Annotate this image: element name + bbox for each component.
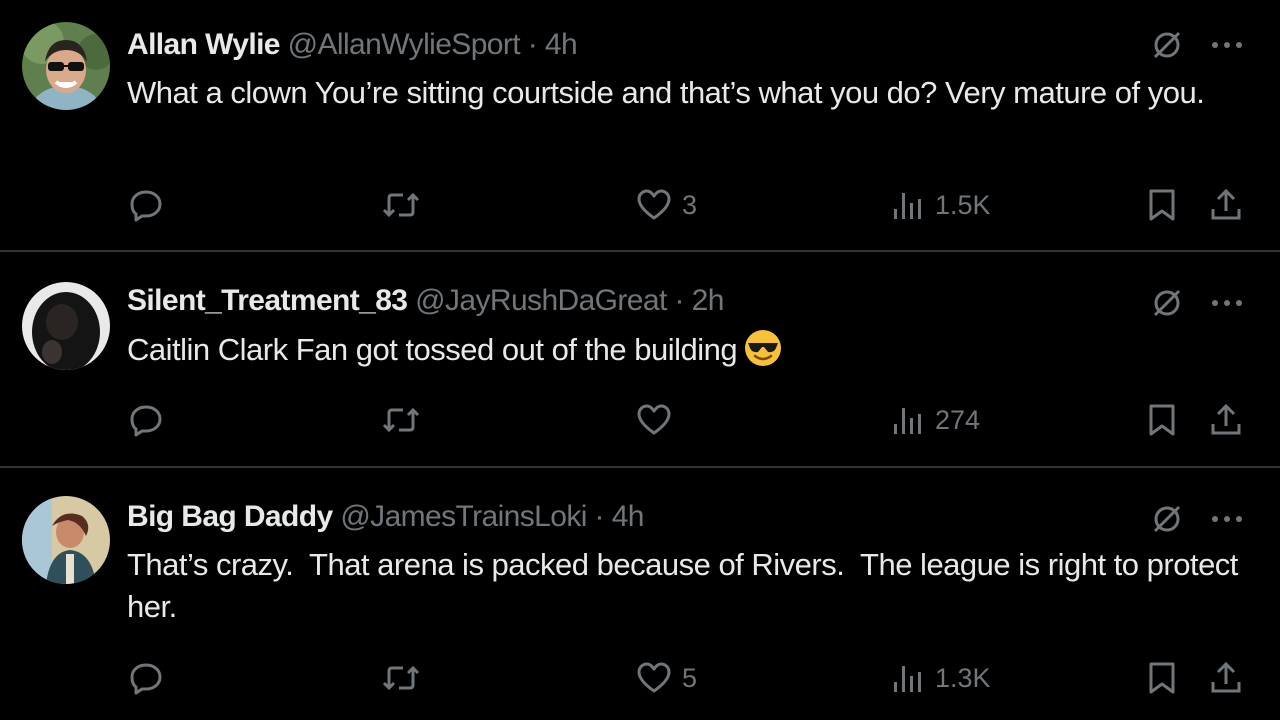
like-button[interactable]: 5 [636,658,697,698]
views-button[interactable]: 1.3K [891,658,991,698]
grok-icon[interactable] [1148,500,1186,538]
bookmark-icon [1149,189,1175,221]
grok-icon[interactable] [1148,26,1186,64]
separator: · [527,28,538,61]
more-icon[interactable] [1208,500,1246,538]
timestamp[interactable]: 4h [612,500,645,533]
separator: · [594,500,605,533]
share-icon [1211,661,1241,693]
tweet-text: That’s crazy. That arena is packed becau… [127,547,1247,624]
grok-icon[interactable] [1148,284,1186,322]
views-count: 274 [935,404,981,435]
views-button[interactable]: 274 [891,400,980,440]
views-icon [894,193,921,219]
tweet-text: Caitlin Clark Fan got tossed out of the … [127,328,1247,371]
timestamp[interactable]: 4h [545,28,578,61]
author-name[interactable]: Big Bag Daddy [127,500,333,533]
bookmark-button[interactable] [1145,400,1179,440]
retweet-icon [382,665,420,691]
bookmark-button[interactable] [1145,658,1179,698]
bookmark-button[interactable] [1145,185,1179,225]
reply-icon [130,190,162,222]
avatar[interactable] [22,496,110,584]
author-handle[interactable]: @JayRushDaGreat [415,284,667,317]
like-count: 3 [682,189,698,220]
tweet-header: Silent_Treatment_83 @JayRushDaGreat · 2h [127,283,724,319]
bookmark-icon [1149,404,1175,436]
share-icon [1211,188,1241,220]
more-icon[interactable] [1208,284,1246,322]
reply-button[interactable] [128,658,174,698]
tweet-actions: 274 [0,400,1280,440]
share-button[interactable] [1208,185,1244,225]
more-icon[interactable] [1208,26,1246,64]
bookmark-icon [1149,662,1175,694]
retweet-button[interactable] [381,400,431,440]
retweet-button[interactable] [381,658,431,698]
avatar[interactable] [22,282,110,370]
avatar[interactable] [22,22,110,110]
heart-icon [637,189,671,220]
tweet-top-icons [1148,284,1246,322]
like-count: 5 [682,662,698,693]
views-icon [894,408,921,434]
tweet[interactable]: Silent_Treatment_83 @JayRushDaGreat · 2h… [0,252,1280,468]
views-icon [894,666,921,692]
views-button[interactable]: 1.5K [891,185,991,225]
tweet-actions: 5 1.3K [0,658,1280,698]
tweet-header: Big Bag Daddy @JamesTrainsLoki · 4h [127,499,644,535]
retweet-icon [382,192,420,218]
tweet-text-body: Caitlin Clark Fan got tossed out of the … [127,332,738,367]
share-button[interactable] [1208,400,1244,440]
reply-button[interactable] [128,185,174,225]
timestamp[interactable]: 2h [692,284,725,317]
heart-icon [637,404,671,435]
views-count: 1.5K [935,189,991,220]
tweet-top-icons [1148,26,1246,64]
retweet-button[interactable] [381,185,431,225]
like-button[interactable] [636,400,682,440]
tweet[interactable]: Allan Wylie @AllanWylieSport · 4h What a… [0,0,1280,252]
heart-icon [637,662,671,693]
author-handle[interactable]: @JamesTrainsLoki [340,500,587,533]
share-button[interactable] [1208,658,1244,698]
author-name[interactable]: Silent_Treatment_83 [127,284,408,317]
reply-icon [130,405,162,437]
tweet-actions: 3 1.5K [0,185,1280,225]
reply-icon [130,663,162,695]
separator: · [674,284,684,317]
reply-button[interactable] [128,400,174,440]
views-count: 1.3K [935,662,991,693]
tweet-top-icons [1148,500,1246,538]
author-handle[interactable]: @AllanWylieSport [288,28,521,61]
tweet-header: Allan Wylie @AllanWylieSport · 4h [127,27,578,63]
retweet-icon [382,407,420,433]
tweet[interactable]: Big Bag Daddy @JamesTrainsLoki · 4h That… [0,468,1280,720]
tweet-text: What a clown You’re sitting courtside an… [127,75,1205,110]
like-button[interactable]: 3 [636,185,697,225]
author-name[interactable]: Allan Wylie [127,28,281,61]
smiling-face-with-sunglasses-icon [745,330,782,366]
share-icon [1211,403,1241,435]
